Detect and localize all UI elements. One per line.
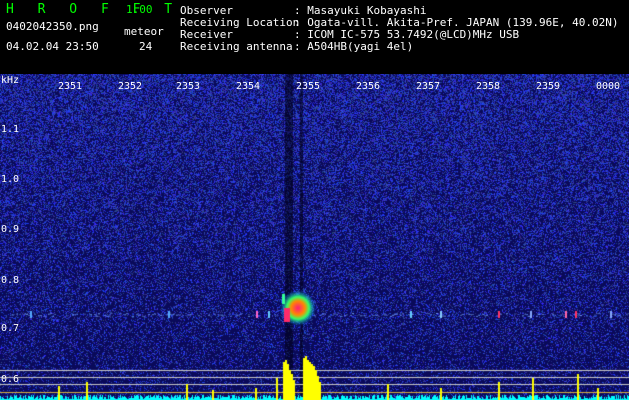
x-tick-label: 2354 xyxy=(236,81,261,92)
x-tick-label: 2355 xyxy=(296,81,321,92)
app-version: 1.00 xyxy=(126,3,153,16)
y-tick-label: 0.7 xyxy=(1,323,20,334)
observer-label: Observer xyxy=(180,4,233,17)
y-tick-label: 1.0 xyxy=(1,174,20,185)
receiver-value: : ICOM IC-575 53.7492(@LCD)MHz USB xyxy=(294,28,520,41)
y-tick-label: 0.6 xyxy=(1,374,20,385)
header-panel: H R O F F T 1.00 0402042350.png meteor 0… xyxy=(0,0,629,74)
x-tick-label: 2359 xyxy=(536,81,561,92)
app-name: H R O F F T xyxy=(6,2,181,17)
date-time: 04.02.04 23:50 xyxy=(6,40,99,53)
meteor-label: meteor xyxy=(124,25,164,38)
spectrogram-canvas xyxy=(0,74,629,400)
x-tick-label: 2357 xyxy=(416,81,441,92)
x-tick-label: 2351 xyxy=(58,81,83,92)
x-tick-label: 2358 xyxy=(476,81,501,92)
observer-value: : Masayuki Kobayashi xyxy=(294,4,427,17)
location-label: Receiving Location xyxy=(180,16,300,29)
x-tick-label: 2356 xyxy=(356,81,381,92)
y-axis-unit: kHz xyxy=(1,75,20,86)
antenna-value: : A504HB(yagi 4el) xyxy=(294,40,414,53)
file-name: 0402042350.png xyxy=(6,20,99,33)
y-tick-label: 1.1 xyxy=(1,124,20,135)
x-tick-label: 2352 xyxy=(118,81,143,92)
y-tick-label: 0.8 xyxy=(1,275,20,286)
receiver-label: Receiver xyxy=(180,28,233,41)
meteor-count: 24 xyxy=(139,40,153,53)
antenna-label: Receiving antenna xyxy=(180,40,293,53)
location-value: : Ogata-vill. Akita-Pref. JAPAN (139.96E… xyxy=(294,16,619,29)
x-tick-label: 0000 xyxy=(596,81,621,92)
y-tick-label: 0.9 xyxy=(1,224,20,235)
x-tick-label: 2353 xyxy=(176,81,201,92)
